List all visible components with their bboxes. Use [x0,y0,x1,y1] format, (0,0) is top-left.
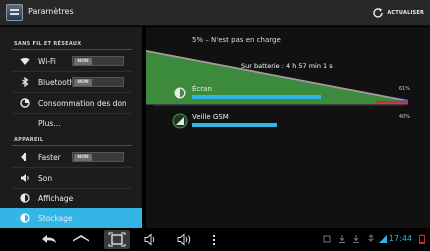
usage-item-gsm-standby[interactable]: Veille GSM 40% [172,113,410,139]
settings-sidebar: SANS FIL ET RÉSEAUX Wi-Fi NON Bluetooth … [0,27,142,228]
battery-low-icon [419,234,425,244]
section-header-device: APPAREIL [14,137,44,143]
sidebar-item-label: Bluetooth [38,78,72,87]
usage-bar-fill [192,123,277,127]
storage-icon [20,213,30,223]
volume-down-icon [144,233,155,246]
usage-percent: 40% [398,114,410,120]
data-usage-icon [20,98,30,108]
volume-up-icon [177,233,191,246]
toggle-off-label: NON [74,79,92,86]
home-icon [73,235,89,242]
brightness-icon [174,87,186,99]
faster-toggle[interactable]: NON [72,152,124,162]
section-header-network: SANS FIL ET RÉSEAUX [14,41,82,47]
sidebar-item-faster[interactable]: Faster NON [10,147,134,167]
screenshot-icon [108,232,126,247]
back-icon [42,235,56,243]
app-title: Paramètres [28,7,74,16]
sidebar-item-label: Wi-Fi [38,57,56,66]
volume-down-button[interactable] [138,230,164,249]
signal-icon [172,113,188,129]
usb-icon[interactable] [366,234,376,244]
section-divider [12,145,132,146]
usage-name: Écran [192,85,212,93]
section-divider [12,49,132,50]
sidebar-item-storage[interactable]: Stockage [0,208,142,228]
bluetooth-toggle[interactable]: NON [72,77,124,87]
usage-bar [192,123,404,127]
sidebar-item-label: Consommation des données [38,99,126,108]
usage-bar-fill [192,95,322,99]
sidebar-item-label: Stockage [38,214,73,223]
sidebar-item-wifi[interactable]: Wi-Fi NON [10,51,134,71]
usage-bar [192,95,404,99]
usage-name: Veille GSM [192,113,229,121]
settings-app-icon[interactable] [6,4,23,21]
sidebar-item-label: Plus… [38,119,61,128]
battery-panel: 5% – N'est pas en charge Sur batterie : … [146,27,430,228]
toggle-off-label: NON [74,58,92,65]
sidebar-item-bluetooth[interactable]: Bluetooth NON [10,72,134,92]
download-notification-icon[interactable] [351,234,361,244]
recent-apps-button[interactable] [104,230,130,249]
home-button[interactable] [68,230,94,249]
wifi-icon [20,57,30,65]
brightness-icon [20,193,30,203]
back-button[interactable] [36,230,62,249]
speaker-icon [21,174,29,182]
refresh-label: ACTUALISER [387,10,424,16]
refresh-icon [373,8,384,18]
sidebar-item-more[interactable]: Plus… [10,113,134,133]
action-bar: Paramètres ACTUALISER [0,0,430,26]
toggle-off-label: NON [74,154,92,161]
volume-up-button[interactable] [172,230,198,249]
download-notification-icon[interactable] [337,234,347,244]
usage-item-screen[interactable]: Écran 61% [174,85,410,111]
status-clock: 17:44 [388,234,412,243]
wifi-toggle[interactable]: NON [72,56,124,66]
battery-status: 5% – N'est pas en charge [192,36,281,44]
system-navigation-bar: 17:44 [0,228,430,251]
sidebar-item-sound[interactable]: Son [10,168,134,188]
sidebar-item-data-usage[interactable]: Consommation des données [10,93,134,113]
sidebar-item-label: Faster [38,153,61,162]
sidebar-item-display[interactable]: Affichage [10,188,134,208]
speed-icon [21,153,26,161]
screenshot-notification-icon[interactable] [322,234,332,244]
row-divider [154,105,404,106]
battery-graph-label: Sur batterie : 4 h 57 min 1 s [241,62,333,70]
menu-button[interactable] [202,230,228,249]
sidebar-item-label: Affichage [38,194,74,203]
usage-percent: 61% [398,86,410,92]
signal-icon [379,235,387,243]
menu-dots-icon [213,235,215,245]
sidebar-item-label: Son [38,174,53,183]
refresh-button[interactable]: ACTUALISER [372,5,424,21]
bluetooth-icon [22,77,29,87]
